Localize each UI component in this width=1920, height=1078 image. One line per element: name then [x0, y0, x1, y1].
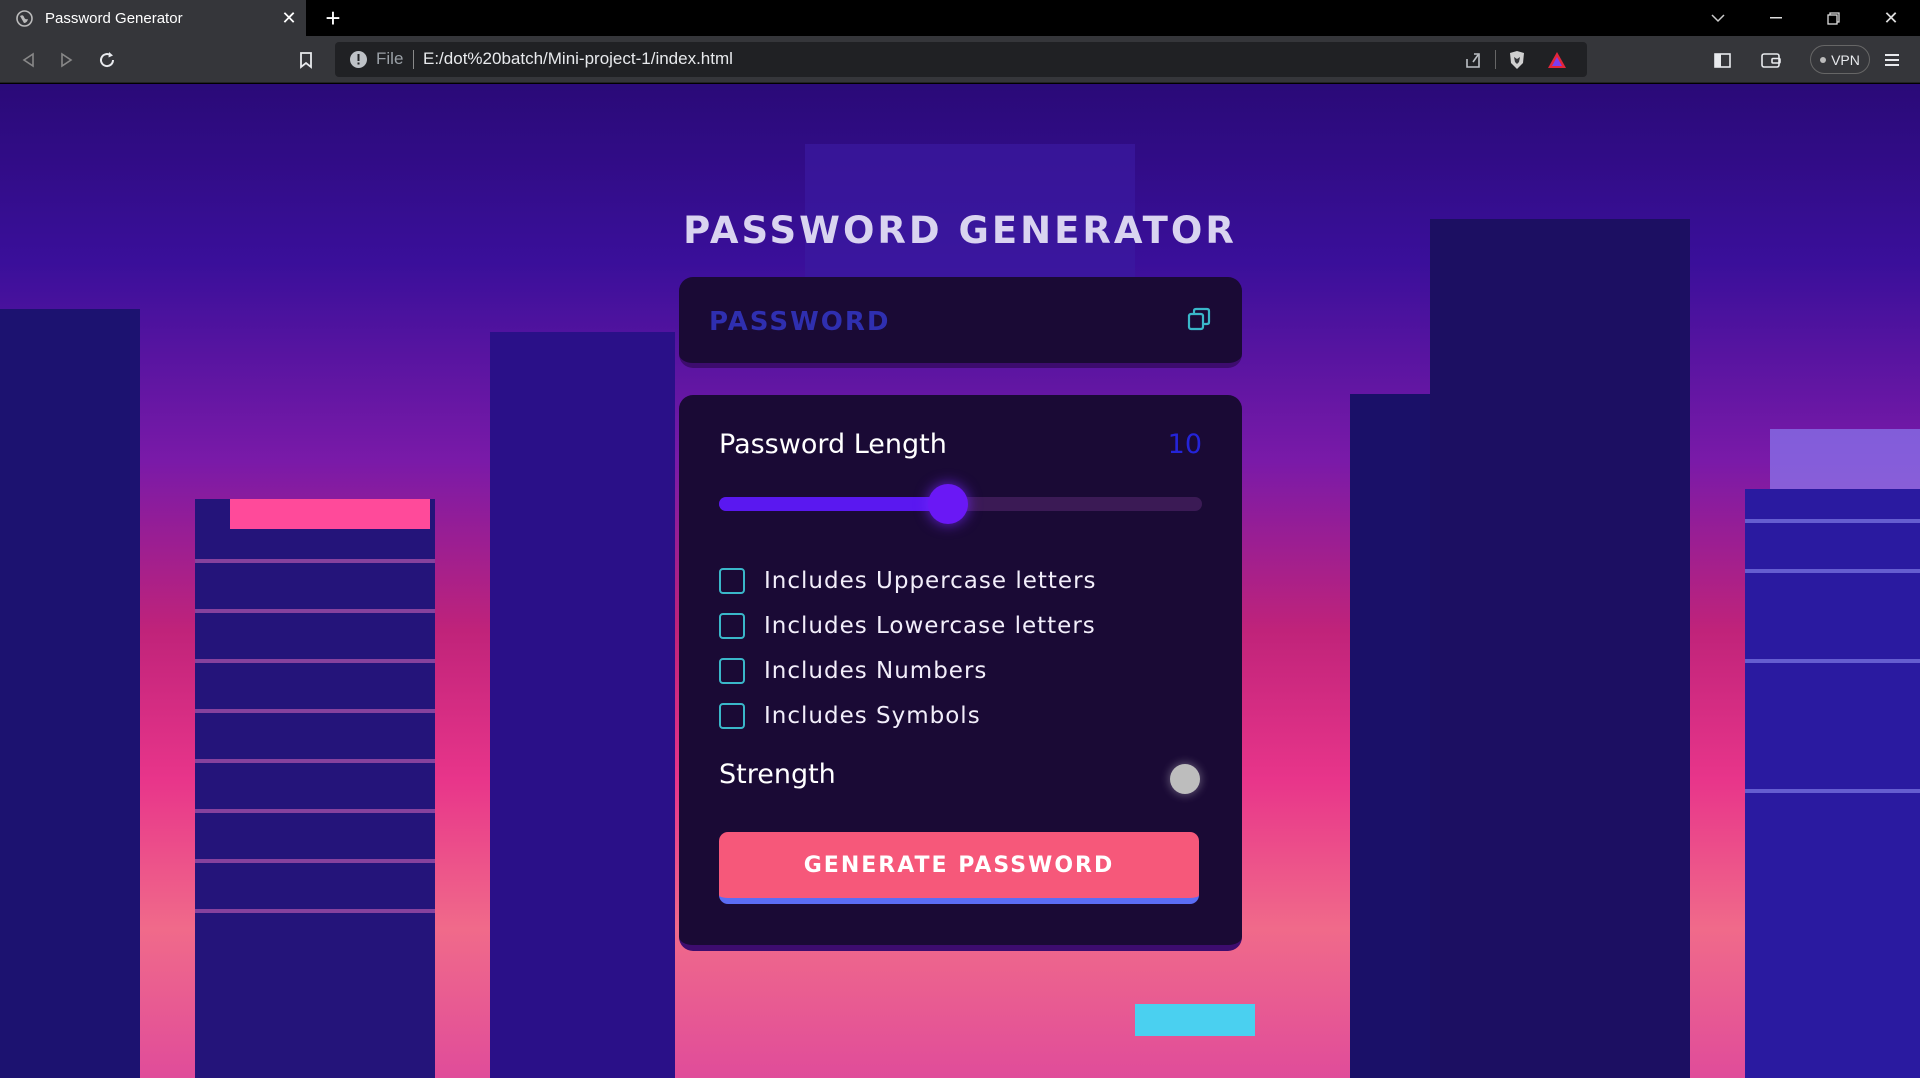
option-label: Includes Lowercase letters [764, 613, 1096, 639]
option-label: Includes Uppercase letters [764, 568, 1097, 594]
strength-indicator [1170, 764, 1200, 794]
background-building [1430, 219, 1690, 1078]
background-building [490, 332, 675, 1078]
password-output-field[interactable] [709, 307, 1149, 337]
option-numbers[interactable]: Includes Numbers [719, 657, 987, 685]
close-tab-icon[interactable]: ✕ [274, 8, 304, 29]
lowercase-checkbox[interactable] [719, 613, 745, 639]
forward-icon[interactable] [51, 44, 83, 76]
option-lowercase[interactable]: Includes Lowercase letters [719, 612, 1096, 640]
option-uppercase[interactable]: Includes Uppercase letters [719, 567, 1097, 595]
close-window-icon[interactable]: ✕ [1863, 0, 1919, 36]
tab-search-icon[interactable] [1690, 0, 1746, 36]
length-value: 10 [1167, 429, 1202, 460]
uppercase-checkbox[interactable] [719, 568, 745, 594]
address-bar[interactable]: File E:/dot%20batch/Mini-project-1/index… [335, 42, 1587, 77]
minimize-icon[interactable] [1748, 0, 1804, 36]
share-icon[interactable] [1461, 48, 1485, 72]
background-building-top [1770, 429, 1920, 489]
password-display [679, 277, 1242, 368]
option-label: Includes Numbers [764, 658, 988, 684]
option-symbols[interactable]: Includes Symbols [719, 702, 981, 730]
brave-rewards-icon[interactable] [1545, 48, 1569, 72]
menu-icon[interactable] [1876, 44, 1908, 76]
globe-icon [15, 9, 33, 27]
bookmark-icon[interactable] [290, 44, 322, 76]
strength-label: Strength [719, 759, 836, 790]
browser-toolbar: File E:/dot%20batch/Mini-project-1/index… [0, 36, 1920, 83]
copy-icon[interactable] [1184, 304, 1214, 334]
vpn-button[interactable]: VPN [1810, 45, 1870, 74]
address-divider [413, 50, 414, 69]
vpn-label: VPN [1831, 51, 1860, 68]
reload-icon[interactable] [91, 44, 123, 76]
background-building [0, 309, 140, 1078]
slider-thumb[interactable] [928, 484, 969, 524]
omnibox-divider [1495, 50, 1496, 69]
address-url[interactable]: E:/dot%20batch/Mini-project-1/index.html [423, 49, 733, 69]
brave-shield-icon[interactable] [1505, 48, 1529, 72]
generate-password-button[interactable]: GENERATE PASSWORD [719, 832, 1199, 904]
address-scheme: File [376, 49, 404, 68]
page-background: PASSWORD GENERATOR Password Length 10 In… [0, 84, 1920, 1078]
tab-title: Password Generator [45, 9, 183, 27]
vpn-status-dot [1820, 56, 1827, 63]
active-tab[interactable]: Password Generator ✕ [0, 0, 306, 36]
length-slider[interactable] [719, 484, 1202, 524]
new-tab-icon[interactable]: + [318, 2, 348, 34]
restore-icon[interactable] [1805, 0, 1861, 36]
background-building [195, 499, 435, 1078]
length-label: Password Length [719, 429, 947, 460]
sidebar-icon[interactable] [1706, 44, 1738, 76]
background-building-top [230, 499, 430, 529]
back-icon[interactable] [12, 44, 44, 76]
option-label: Includes Symbols [764, 703, 981, 729]
page-title: PASSWORD GENERATOR [683, 209, 1237, 252]
tab-strip: Password Generator ✕ + ✕ [0, 0, 1920, 36]
info-icon[interactable] [349, 50, 368, 74]
background-sign [1135, 1004, 1255, 1036]
background-building [1745, 489, 1920, 1078]
settings-panel: Password Length 10 Includes Uppercase le… [679, 395, 1242, 951]
slider-fill [719, 497, 949, 511]
symbols-checkbox[interactable] [719, 703, 745, 729]
wallet-icon[interactable] [1755, 44, 1787, 76]
numbers-checkbox[interactable] [719, 658, 745, 684]
